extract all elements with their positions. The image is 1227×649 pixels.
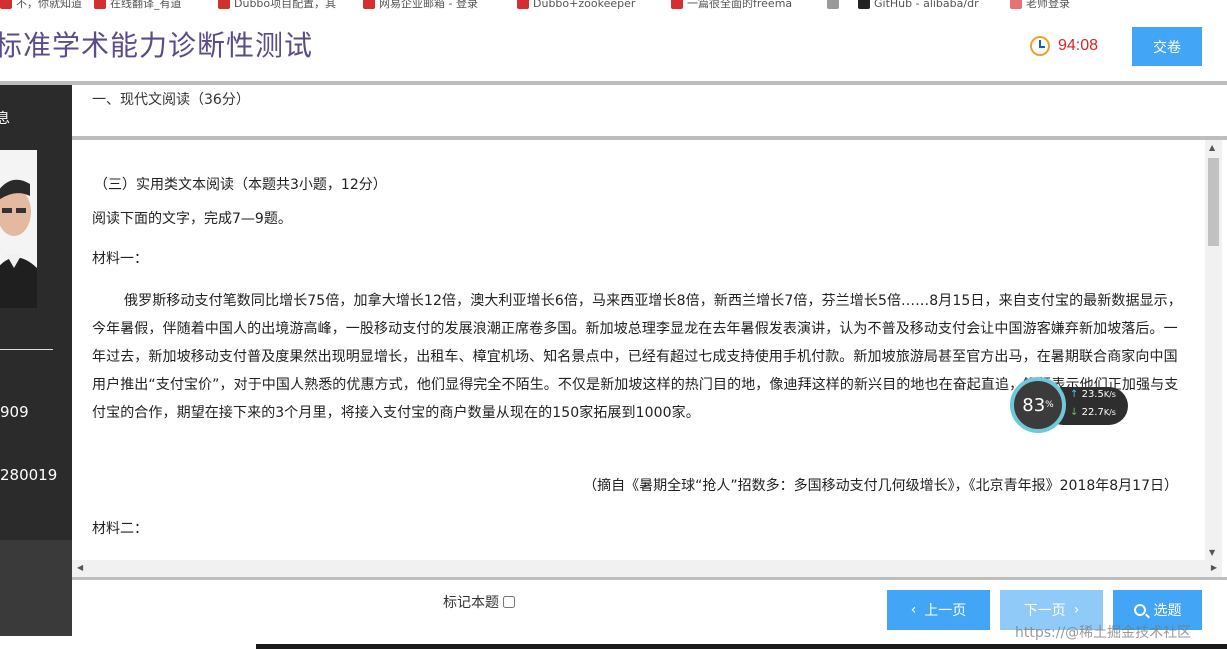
bookmark-label: 不，你就知道 <box>16 0 82 10</box>
memory-percent: 83 <box>1022 394 1046 416</box>
section-header: 一、现代文阅读（36分） <box>72 85 1227 137</box>
avatar <box>0 150 37 308</box>
bookmark-label: 一篇很全面的freema <box>687 0 793 10</box>
bookmark-label: 在线翻译_有道 <box>110 0 182 10</box>
previous-page-button[interactable]: ‹ 上一页 <box>887 590 990 630</box>
submit-exam-button[interactable]: 交卷 <box>1132 27 1202 66</box>
field-label-b: ： <box>0 444 8 464</box>
instruction-text: 阅读下面的文字，完成7—9题。 <box>92 211 292 227</box>
bookmark-item[interactable]: 网易企业邮箱 - 登录 <box>363 0 478 10</box>
mark-question-label: 标记本题 <box>443 595 499 611</box>
next-page-label: 下一页 <box>1023 603 1066 619</box>
sidebar-heading: 息 <box>0 111 10 127</box>
upload-unit: K/s <box>1103 390 1116 399</box>
upload-speed: ↑ 23.5K/s <box>1070 389 1116 400</box>
bookmark-item[interactable]: GitHub - alibaba/dr <box>858 0 979 10</box>
upload-value: 23.5 <box>1081 389 1104 400</box>
memory-percent-unit: % <box>1045 400 1054 410</box>
network-speed-widget[interactable]: ↑ 23.5K/s ↓ 22.7K/s 83% <box>1010 377 1128 433</box>
bookmarks-bar: 不，你就知道 在线翻译_有道 Dubbo项目配置，其 网易企业邮箱 - 登录 Dubbo… <box>0 0 1227 10</box>
vertical-scrollbar[interactable]: ▲ ▼ <box>1205 140 1222 560</box>
bookmark-icon <box>0 0 12 9</box>
field-value-b: 280019 <box>0 466 58 484</box>
question-content: （三）实用类文本阅读（本题共3小题，12分） 阅读下面的文字，完成7—9题。 材… <box>72 140 1205 560</box>
bookmark-item[interactable]: 不，你就知道 <box>0 0 82 10</box>
scroll-up-arrow-icon[interactable]: ▲ <box>1209 143 1215 152</box>
bookmark-item[interactable]: 一篇很全面的freema <box>671 0 792 10</box>
footer-divider <box>72 577 1227 580</box>
bookmark-icon <box>94 0 106 9</box>
field-label-a: ： <box>0 382 8 402</box>
scroll-left-arrow-icon[interactable]: ◀ <box>77 563 83 572</box>
clock-icon <box>1030 36 1050 56</box>
bookmark-icon <box>827 0 839 9</box>
timer-text: 94:08 <box>1058 37 1099 54</box>
chevron-left-icon: ‹ <box>910 602 917 618</box>
field-value-a: 909 <box>0 403 29 421</box>
chevron-right-icon: › <box>1073 602 1080 618</box>
download-value: 22.7 <box>1081 407 1104 418</box>
memory-usage-ring: 83% <box>1010 377 1066 433</box>
subsection-title: （三）实用类文本阅读（本题共3小题，12分） <box>94 177 387 193</box>
scroll-down-arrow-icon[interactable]: ▼ <box>1209 548 1215 557</box>
page-title: 标准学术能力诊断性测试 <box>0 29 314 62</box>
bookmark-item[interactable]: 在线翻译_有道 <box>94 0 182 10</box>
taskbar <box>256 644 1227 649</box>
upload-arrow-icon: ↑ <box>1070 389 1079 400</box>
exam-timer: 94:08 <box>1030 36 1098 56</box>
material-one-label: 材料一： <box>92 251 148 267</box>
scroll-right-arrow-icon[interactable]: ▶ <box>1211 563 1217 572</box>
material-two-label: 材料二： <box>92 521 148 537</box>
previous-page-label: 上一页 <box>924 603 967 619</box>
bookmark-icon <box>218 0 230 9</box>
sidebar-lower-panel <box>0 540 72 636</box>
bookmark-label: GitHub - alibaba/dr <box>874 0 979 10</box>
bookmark-label: 老师登录 <box>1026 0 1070 10</box>
watermark: https://@稀土掘金技术社区 <box>1015 625 1192 641</box>
bookmark-icon <box>363 0 375 9</box>
download-unit: K/s <box>1103 408 1116 417</box>
download-arrow-icon: ↓ <box>1070 407 1079 418</box>
bookmark-label: 网易企业邮箱 - 登录 <box>379 0 478 10</box>
search-icon <box>1133 604 1146 616</box>
select-question-label: 选题 <box>1153 603 1182 619</box>
horizontal-scrollbar[interactable]: ◀ ▶ <box>72 560 1222 577</box>
bookmark-icon <box>1010 0 1022 9</box>
bookmark-icon <box>517 0 529 9</box>
student-info-sidebar: 息 ： 909 ： 280019 ： <box>0 85 72 636</box>
header: 标准学术能力诊断性测试 94:08 交卷 <box>0 10 1227 82</box>
mark-question-checkbox[interactable] <box>503 596 515 608</box>
bookmark-icon <box>858 0 870 9</box>
bookmark-label: Dubbo+zookeeper <box>533 0 636 10</box>
bookmark-icon <box>671 0 683 9</box>
material-one-source: （摘自《暑期全球“抢人”招数多：多国移动支付几何级增长》，《北京青年报》2018… <box>583 478 1178 494</box>
field-label-c: ： <box>0 509 8 529</box>
bookmark-label: Dubbo项目配置，其 <box>234 0 337 10</box>
section-title: 一、现代文阅读（36分） <box>92 92 250 108</box>
sidebar-divider <box>0 349 53 350</box>
bookmark-item[interactable]: 老师登录 <box>1010 0 1070 10</box>
download-speed: ↓ 22.7K/s <box>1070 407 1116 418</box>
bookmark-item[interactable]: Dubbo+zookeeper <box>517 0 635 10</box>
bookmark-item[interactable] <box>827 0 843 10</box>
mark-question[interactable]: 标记本题 <box>443 592 515 612</box>
bookmark-item[interactable]: Dubbo项目配置，其 <box>218 0 336 10</box>
scroll-thumb[interactable] <box>1208 158 1219 246</box>
